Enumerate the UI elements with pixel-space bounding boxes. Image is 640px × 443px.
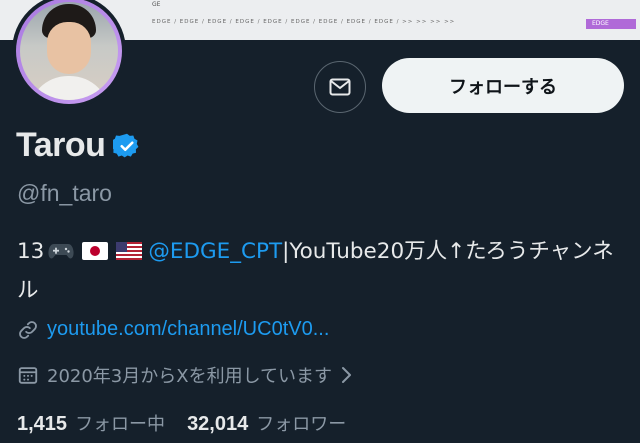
- bio-prefix: 13: [17, 239, 45, 264]
- game-controller-icon: [48, 238, 74, 273]
- followers-count: 32,014: [187, 413, 249, 435]
- following-count: 1,415: [17, 413, 68, 435]
- message-button[interactable]: [314, 61, 366, 113]
- handle: @fn_taro: [17, 180, 112, 206]
- avatar-photo: [20, 2, 118, 100]
- banner-edge-row: EDGE / EDGE / EDGE / EDGE / EDGE / EDGE …: [152, 19, 456, 25]
- mail-icon: [328, 75, 352, 99]
- banner-tag: EDGE: [586, 19, 636, 29]
- display-name: Tarou: [16, 126, 141, 165]
- calendar-icon: [17, 364, 39, 386]
- following-label: フォロー中: [75, 414, 166, 435]
- bio: 13 @EDGE_CPT|YouTube20万人↑たろうチャンネル: [17, 234, 627, 308]
- website-row: youtube.com/channel/UC0tV0...: [17, 318, 329, 341]
- japan-flag-icon: [82, 236, 109, 271]
- website-link[interactable]: youtube.com/channel/UC0tV0...: [47, 318, 329, 341]
- display-name-text: Tarou: [16, 126, 106, 164]
- following-stat[interactable]: 1,415 フォロー中: [17, 410, 165, 436]
- avatar[interactable]: [12, 0, 126, 108]
- followers-stat[interactable]: 32,014 フォロワー: [187, 410, 346, 436]
- usa-flag-icon: [116, 236, 143, 271]
- avatar-face: [47, 22, 91, 74]
- follow-button[interactable]: フォローする: [382, 58, 624, 113]
- banner-corner-text: GE: [152, 1, 161, 8]
- follow-stats: 1,415 フォロー中 32,014 フォロワー: [17, 410, 346, 436]
- avatar-shirt: [28, 76, 110, 100]
- joined-text: 2020年3月からXを利用しています: [47, 366, 333, 387]
- followers-label: フォロワー: [256, 414, 347, 435]
- chevron-right-icon: [340, 365, 354, 385]
- link-icon: [17, 319, 39, 341]
- verified-badge-icon[interactable]: [113, 132, 141, 160]
- bio-mention-link[interactable]: @EDGE_CPT: [148, 239, 282, 264]
- joined-row[interactable]: 2020年3月からXを利用しています: [17, 362, 354, 388]
- avatar-ring: [16, 0, 122, 104]
